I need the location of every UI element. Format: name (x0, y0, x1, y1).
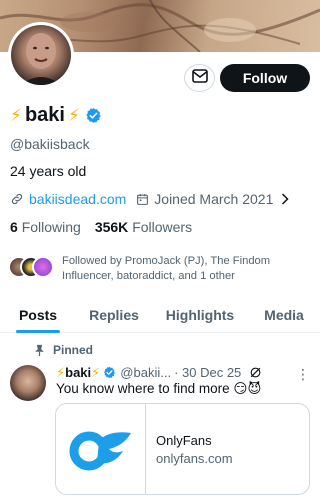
pin-icon (34, 344, 45, 356)
profile-handle: @bakiisback (10, 136, 90, 152)
avatar (32, 256, 54, 278)
card-domain: onlyfans.com (156, 451, 233, 466)
link-card[interactable]: OnlyFans onlyfans.com (55, 403, 310, 495)
profile-meta: bakiisdead.com Joined March 2021 (10, 191, 289, 207)
display-name: baki (24, 104, 65, 126)
link-icon (10, 192, 24, 206)
lightning-bolt-icon: ⚡ (10, 106, 22, 125)
tab-replies[interactable]: Replies (76, 296, 152, 333)
followed-by[interactable]: Followed by PromoJack (PJ), The Findom I… (8, 254, 284, 284)
tab-highlights[interactable]: Highlights (152, 296, 248, 333)
card-title: OnlyFans (156, 433, 212, 448)
verified-badge-icon[interactable] (85, 107, 102, 124)
profile-tabs: Posts Replies Highlights Media (0, 296, 320, 333)
following-link[interactable]: 6 Following (10, 219, 81, 235)
onlyfans-logo (56, 404, 146, 494)
lightning-bolt-icon: ⚡ (56, 365, 66, 380)
profile-bio: 24 years old (10, 163, 87, 179)
tab-posts[interactable]: Posts (0, 296, 76, 333)
followed-by-text: Followed by PromoJack (PJ), The Findom I… (62, 255, 271, 282)
lightning-bolt-icon: ⚡ (91, 365, 101, 380)
follow-stats: 6 Following 356K Followers (10, 219, 192, 235)
followers-avatars (8, 256, 56, 278)
follow-button[interactable]: Follow (220, 64, 310, 92)
more-icon[interactable]: ⋮ (296, 366, 311, 383)
tweet-author-handle[interactable]: @bakii... (120, 365, 171, 380)
message-button[interactable] (184, 64, 215, 92)
tweet-author-name[interactable]: baki (65, 365, 91, 380)
calendar-icon (136, 193, 149, 206)
profile-avatar[interactable] (8, 22, 74, 88)
profile-name-row: ⚡ baki ⚡ (10, 104, 102, 127)
website-link[interactable]: bakiisdead.com (29, 191, 126, 207)
tweet-header: ⚡ baki ⚡ @bakii... · 30 Dec 25 (56, 365, 262, 380)
verified-badge-icon (103, 366, 116, 379)
tab-media[interactable]: Media (248, 296, 320, 333)
followers-link[interactable]: 356K Followers (95, 219, 192, 235)
tweet-date[interactable]: · 30 Dec 25 (174, 365, 241, 380)
pinned-indicator: Pinned (34, 343, 93, 357)
tweet-author-avatar[interactable] (10, 365, 46, 401)
mail-icon (191, 68, 208, 88)
tweet-text: You know where to find more 😏😈 (56, 381, 262, 396)
lightning-bolt-icon: ⚡ (67, 106, 80, 125)
joined-date: Joined March 2021 (154, 191, 274, 207)
chevron-right-icon[interactable] (281, 193, 289, 205)
grok-icon[interactable] (249, 366, 262, 379)
